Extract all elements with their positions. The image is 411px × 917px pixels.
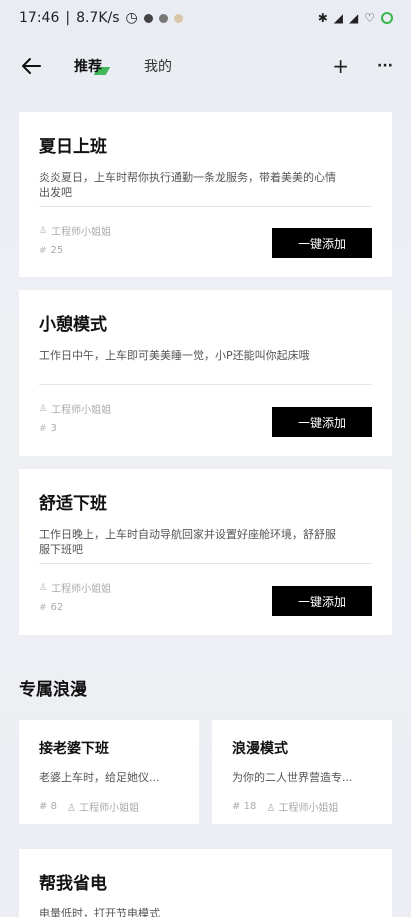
use-count: # 3 [39,423,57,434]
use-count: # 25 [39,245,64,256]
scene-card[interactable]: 小憩模式 工作日中午，上车即可美美睡一觉，小P还能叫你起床哦 ♙ 工程师小姐姐 … [19,290,392,456]
status-bar: 17:46 | 8.7K/s ◷ ✱ ◢ ◢ ♡ [0,0,411,36]
battery-icon [381,12,393,24]
add-icon[interactable]: + [332,56,349,76]
scene-card[interactable]: 夏日上班 炎炎夏日，上车时帮你执行通勤一条龙服务，带着美美的心情 出发吧 ♙ 工… [19,112,392,277]
net-speed: 8.7K/s [76,10,120,26]
hash-icon: # [39,423,47,434]
use-count: # 62 [39,602,64,613]
one-click-add-button[interactable]: 一键添加 [272,228,372,258]
hash-icon: # [39,245,47,256]
card-description: 电量低时，打开节电模式 [39,907,160,917]
author: ♙ 工程师小姐姐 [39,403,112,417]
app-notification-icon [143,13,153,23]
card-description: 为你的二人世界营造专... [232,771,353,784]
card-description: 炎炎夏日，上车时帮你执行通勤一条龙服务，带着美美的心情 出发吧 [39,171,336,199]
nav-actions: + ··· [332,56,393,76]
user-icon: ♙ [266,803,276,814]
tab-bar: 推荐 我的 [74,56,172,76]
signal-icon: ◢ [349,11,359,25]
section-title: 专属浪漫 [19,680,87,700]
scene-card-small[interactable]: 浪漫模式 为你的二人世界营造专... # 18 ♙ 工程师小姐姐 [212,720,392,824]
author: ♙ 工程师小姐姐 [39,582,112,596]
one-click-add-button[interactable]: 一键添加 [272,407,372,437]
tab-mine[interactable]: 我的 [144,56,172,76]
app-notification-icon [158,13,168,23]
card-description: 工作日晚上，上车时自动导航回家并设置好座舱环境，舒舒服 服下班吧 [39,528,336,556]
card-title: 帮我省电 [39,874,107,894]
card-title: 夏日上班 [39,137,107,157]
wifi-icon: ♡ [364,11,375,25]
user-icon: ♙ [39,225,48,236]
scene-card[interactable]: 舒适下班 工作日晚上，上车时自动导航回家并设置好座舱环境，舒舒服 服下班吧 ♙ … [19,469,392,635]
arrow-left-icon [22,58,41,74]
user-icon: ♙ [39,403,48,414]
use-count: # 8 [39,801,57,812]
card-meta: # 8 ♙ 工程师小姐姐 [39,799,179,814]
divider [39,384,372,385]
card-title: 小憩模式 [39,315,107,335]
author: ♙ 工程师小姐姐 [66,803,140,814]
separator: | [65,10,71,26]
hash-icon: # [39,801,48,812]
back-button[interactable] [18,53,44,79]
card-title: 舒适下班 [39,494,107,514]
user-icon: ♙ [66,803,76,814]
signal-icon: ◢ [333,11,343,25]
clock: 17:46 [19,10,60,26]
scene-card[interactable]: 帮我省电 电量低时，打开节电模式 [19,849,392,917]
card-title: 接老婆下班 [39,741,109,757]
alarm-icon: ◷ [125,10,138,26]
hash-icon: # [232,801,241,812]
status-left: 17:46 | 8.7K/s ◷ [19,10,183,26]
author: ♙ 工程师小姐姐 [39,225,112,239]
tab-recommended[interactable]: 推荐 [74,56,102,76]
hash-icon: # [39,602,47,613]
one-click-add-button[interactable]: 一键添加 [272,586,372,616]
bluetooth-icon: ✱ [317,11,328,25]
divider [39,563,372,564]
card-description: 老婆上车时，给足她仪... [39,771,160,784]
more-icon[interactable]: ··· [377,59,393,73]
card-meta: # 18 ♙ 工程师小姐姐 [232,799,372,814]
author: ♙ 工程师小姐姐 [266,803,339,814]
use-count: # 18 [232,801,257,812]
scene-card-small[interactable]: 接老婆下班 老婆上车时，给足她仪... # 8 ♙ 工程师小姐姐 [19,720,199,824]
app-notification-icon [173,13,183,23]
user-icon: ♙ [39,582,48,593]
card-description: 工作日中午，上车即可美美睡一觉，小P还能叫你起床哦 [39,349,310,362]
divider [39,206,372,207]
status-right: ✱ ◢ ◢ ♡ [318,11,393,25]
top-nav: 推荐 我的 + ··· [0,46,411,86]
card-title: 浪漫模式 [232,741,288,757]
